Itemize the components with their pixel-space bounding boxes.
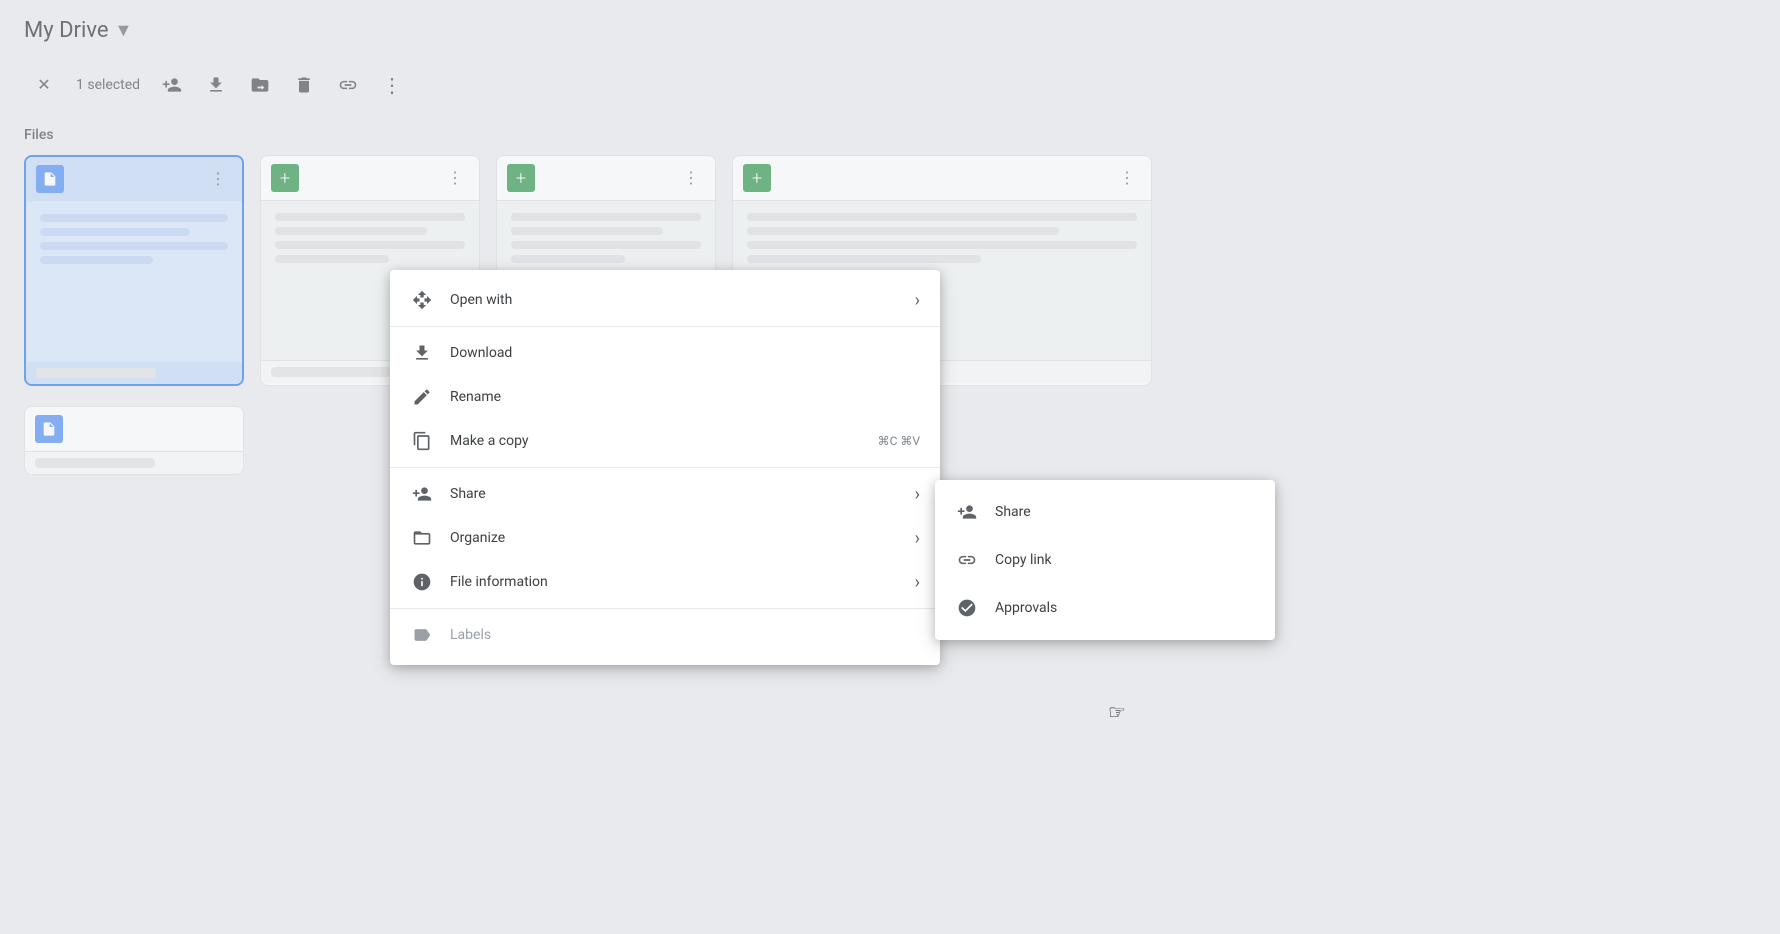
download-svg xyxy=(412,343,432,363)
organize-arrow-icon: › xyxy=(915,528,920,549)
submenu-share-icon xyxy=(955,500,979,524)
organize-label: Organize xyxy=(450,530,899,546)
context-menu-rename[interactable]: Rename xyxy=(390,375,940,419)
context-menu-divider-2 xyxy=(390,467,940,468)
approvals-svg xyxy=(957,598,977,618)
context-menu-make-copy[interactable]: Make a copy ⌘C ⌘V xyxy=(390,419,940,463)
submenu-share[interactable]: Share xyxy=(935,488,1275,536)
organize-svg xyxy=(412,528,432,548)
context-menu-open-with[interactable]: Open with › xyxy=(390,278,940,322)
file-info-arrow-icon: › xyxy=(915,572,920,593)
context-menu-download[interactable]: Download xyxy=(390,331,940,375)
submenu-share-svg xyxy=(957,502,977,522)
open-with-label: Open with xyxy=(450,292,899,308)
info-svg xyxy=(412,572,432,592)
copy-svg xyxy=(412,431,432,451)
context-menu-file-info[interactable]: File information › xyxy=(390,560,940,604)
submenu-approvals-label: Approvals xyxy=(995,600,1057,616)
open-with-arrow-icon: › xyxy=(915,290,920,311)
submenu-approvals-icon xyxy=(955,596,979,620)
labels-label: Labels xyxy=(450,627,920,643)
submenu-share-label: Share xyxy=(995,504,1031,520)
file-info-icon xyxy=(410,570,434,594)
open-with-icon xyxy=(410,288,434,312)
copy-icon xyxy=(410,429,434,453)
rename-icon xyxy=(410,385,434,409)
label-svg xyxy=(412,625,432,645)
share-svg xyxy=(412,484,432,504)
context-menu-share[interactable]: Share › xyxy=(390,472,940,516)
make-copy-shortcut: ⌘C ⌘V xyxy=(878,434,920,448)
submenu-link-svg xyxy=(957,550,977,570)
context-menu-divider-3 xyxy=(390,608,940,609)
labels-icon xyxy=(410,623,434,647)
share-label: Share xyxy=(450,486,899,502)
context-menu-organize[interactable]: Organize › xyxy=(390,516,940,560)
submenu-link-icon xyxy=(955,548,979,572)
context-menu-labels[interactable]: Labels xyxy=(390,613,940,657)
rename-label: Rename xyxy=(450,389,920,405)
rename-svg xyxy=(412,387,432,407)
file-info-label: File information xyxy=(450,574,899,590)
context-menu: Open with › Download Rename Make a copy … xyxy=(390,270,940,665)
share-arrow-icon: › xyxy=(915,484,920,505)
download-label: Download xyxy=(450,345,920,361)
share-submenu: Share Copy link Approvals xyxy=(935,480,1275,640)
submenu-approvals[interactable]: Approvals xyxy=(935,584,1275,632)
make-copy-label: Make a copy xyxy=(450,433,862,449)
open-with-svg xyxy=(412,290,432,310)
submenu-copy-link-label: Copy link xyxy=(995,552,1052,568)
context-menu-divider-1 xyxy=(390,326,940,327)
submenu-copy-link[interactable]: Copy link xyxy=(935,536,1275,584)
organize-icon xyxy=(410,526,434,550)
share-icon xyxy=(410,482,434,506)
download-icon-menu xyxy=(410,341,434,365)
